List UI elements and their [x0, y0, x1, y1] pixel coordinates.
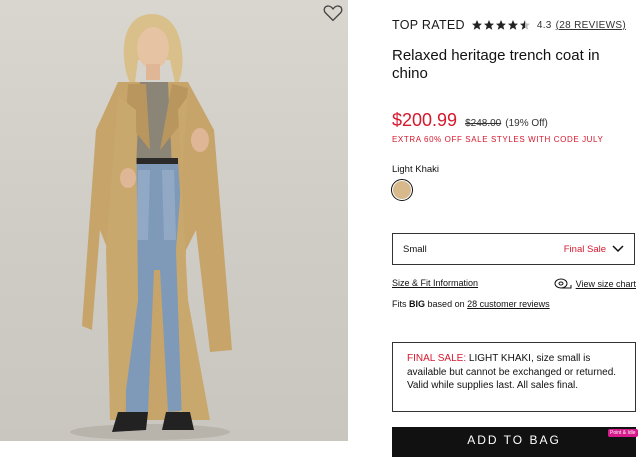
- heart-icon[interactable]: [323, 4, 343, 22]
- color-swatch-light-khaki[interactable]: [391, 179, 413, 201]
- half-star-icon: [519, 20, 530, 30]
- fit-value: BIG: [409, 299, 426, 309]
- chevron-down-icon: [612, 245, 624, 253]
- top-rated-label: TOP RATED: [392, 18, 465, 32]
- star-icon: [483, 20, 494, 30]
- star-icon: [471, 20, 482, 30]
- size-links-row: Size & Fit Information View size chart: [392, 278, 636, 292]
- price-row: $200.99 $248.00 (19% Off): [392, 110, 548, 131]
- size-fit-info-link[interactable]: Size & Fit Information: [392, 278, 478, 288]
- fit-summary: Fits BIG based on 28 customer reviews: [392, 299, 550, 309]
- rating-row: TOP RATED 4.3 (28 REVIEWS): [392, 18, 626, 32]
- fit-middle: based on: [427, 299, 465, 309]
- sale-price: $200.99: [392, 110, 458, 130]
- color-name: Light Khaki: [392, 164, 440, 175]
- promo-message: EXTRA 60% OFF SALE STYLES WITH CODE JULY: [392, 135, 604, 144]
- size-selected-value: Small: [403, 243, 427, 255]
- product-title: Relaxed heritage trench coat in chino: [392, 47, 600, 82]
- discount-label: (19% Off): [505, 118, 548, 129]
- star-icon: [495, 20, 506, 30]
- size-final-sale-label: Final Sale: [563, 243, 606, 255]
- star-icon: [507, 20, 518, 30]
- final-sale-label: FINAL SALE:: [407, 353, 467, 364]
- fit-reviews-link[interactable]: 28 customer reviews: [467, 299, 550, 309]
- final-sale-notice: FINAL SALE: LIGHT KHAKI, size small is a…: [392, 342, 636, 412]
- swatch-fill: [393, 181, 411, 199]
- add-to-bag-button[interactable]: ADD TO BAG: [392, 427, 636, 457]
- rating-value: 4.3: [536, 19, 552, 31]
- model-illustration: [70, 14, 232, 440]
- fit-prefix: Fits: [392, 299, 407, 309]
- original-price: $248.00: [465, 118, 502, 129]
- product-image[interactable]: [0, 0, 348, 441]
- size-dropdown[interactable]: Small Final Sale: [392, 233, 635, 265]
- size-chart-label: View size chart: [575, 278, 636, 289]
- extension-badge[interactable]: Point & Idle: [608, 429, 638, 437]
- reviews-link[interactable]: (28 REVIEWS): [556, 20, 626, 31]
- size-chart-link[interactable]: View size chart: [554, 278, 636, 289]
- star-rating: [471, 19, 531, 31]
- tape-measure-icon: [554, 278, 572, 289]
